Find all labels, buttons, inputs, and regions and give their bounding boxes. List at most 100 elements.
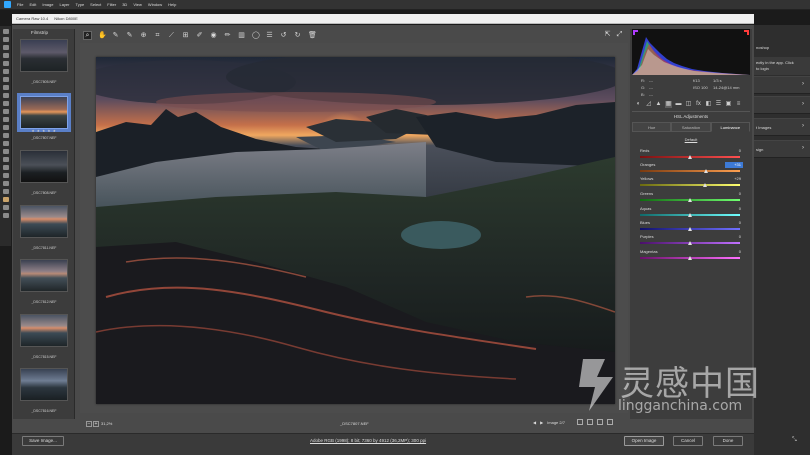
red-eye-icon[interactable]: ◉ bbox=[210, 32, 217, 39]
slider-value-input[interactable]: 0 bbox=[725, 148, 743, 154]
adjustment-brush-icon[interactable]: ✏ bbox=[224, 32, 231, 39]
next-image-icon[interactable]: ▶ bbox=[540, 420, 543, 425]
prev-image-icon[interactable]: ◀ bbox=[533, 420, 536, 425]
filmstrip-thumb[interactable] bbox=[20, 205, 68, 238]
eraser-tool-icon[interactable] bbox=[2, 109, 9, 114]
fullscreen-icon[interactable]: ⤢ bbox=[616, 31, 623, 38]
filmstrip-thumb[interactable] bbox=[20, 314, 68, 347]
tab-luminance[interactable]: Luminance bbox=[710, 122, 750, 132]
done-button[interactable]: Done bbox=[713, 436, 743, 446]
copy-settings-icon[interactable] bbox=[596, 419, 603, 425]
rotate-cw-icon[interactable]: ↻ bbox=[294, 32, 301, 39]
ps-side-login[interactable]: ectly in the app. Click to login bbox=[754, 57, 810, 75]
swap-settings-icon[interactable] bbox=[586, 419, 593, 425]
default-link[interactable]: Default bbox=[632, 137, 750, 142]
trash-icon[interactable]: 🗑 bbox=[308, 32, 317, 39]
slider-handle[interactable] bbox=[688, 256, 692, 260]
slider-value-input[interactable]: 0 bbox=[725, 206, 743, 212]
slider-track[interactable] bbox=[640, 184, 740, 186]
gradient-tool-icon[interactable] bbox=[2, 117, 9, 122]
detail-panel-icon[interactable]: ▲ bbox=[655, 101, 662, 108]
rating-stars[interactable]: ★ ★ ★ ★ ★ bbox=[13, 129, 75, 133]
lasso-tool-icon[interactable] bbox=[2, 45, 9, 50]
slider-handle[interactable] bbox=[688, 241, 692, 245]
crop-tool-icon[interactable] bbox=[2, 61, 9, 66]
stamp-tool-icon[interactable] bbox=[2, 93, 9, 98]
shadow-clip-icon[interactable] bbox=[633, 30, 638, 35]
color-swatches-icon[interactable] bbox=[2, 197, 9, 202]
wand-tool-icon[interactable] bbox=[2, 53, 9, 58]
lens-corrections-icon[interactable]: ◫ bbox=[685, 101, 692, 108]
slider-handle[interactable] bbox=[688, 198, 692, 202]
screen-mode-icon[interactable] bbox=[2, 213, 9, 218]
panel-menu-icon[interactable]: ≡ bbox=[735, 101, 742, 108]
cancel-button[interactable]: Cancel bbox=[673, 436, 703, 446]
type-tool-icon[interactable] bbox=[2, 149, 9, 154]
ps-side-row[interactable]: › bbox=[754, 96, 810, 114]
workflow-options-link[interactable]: Adobe RGB (1998); 8 bit; 7360 by 4912 (3… bbox=[310, 438, 426, 443]
zoom-in-button[interactable]: + bbox=[93, 421, 99, 427]
slider-blues[interactable]: Blues 0 bbox=[638, 220, 743, 234]
slider-handle[interactable] bbox=[702, 183, 707, 187]
tab-saturation[interactable]: Saturation bbox=[671, 122, 711, 132]
photo-preview[interactable] bbox=[96, 57, 615, 404]
effects-panel-icon[interactable]: fx bbox=[695, 101, 702, 108]
targeted-adjust-icon[interactable]: ⊕ bbox=[140, 32, 147, 39]
filmstrip-thumb[interactable] bbox=[20, 150, 68, 183]
heal-tool-icon[interactable] bbox=[2, 77, 9, 82]
calibration-icon[interactable]: ◧ bbox=[705, 101, 712, 108]
menu-type[interactable]: Type bbox=[76, 2, 85, 7]
history-brush-icon[interactable] bbox=[2, 101, 9, 106]
snapshots-icon[interactable]: ▣ bbox=[725, 101, 732, 108]
blur-tool-icon[interactable] bbox=[2, 125, 9, 130]
spot-removal-icon[interactable]: ✐ bbox=[196, 32, 203, 39]
filmstrip-thumb[interactable] bbox=[20, 259, 68, 292]
white-balance-icon[interactable]: ✎ bbox=[112, 32, 119, 39]
move-tool-icon[interactable] bbox=[2, 29, 9, 34]
slider-magentas[interactable]: Magentas 0 bbox=[638, 249, 743, 263]
resize-grip-icon[interactable]: ⤡ bbox=[792, 437, 797, 444]
menu-image[interactable]: Image bbox=[42, 2, 53, 7]
filmstrip-thumb[interactable] bbox=[20, 39, 68, 72]
slider-value-input[interactable]: 0 bbox=[725, 191, 743, 197]
zoom-level[interactable]: 31,2% bbox=[101, 421, 112, 426]
ps-side-row[interactable]: sign › bbox=[754, 140, 810, 158]
slider-reds[interactable]: Reds 0 bbox=[638, 148, 743, 162]
slider-value-input[interactable]: 0 bbox=[725, 249, 743, 255]
transform-icon[interactable]: ⊞ bbox=[182, 32, 189, 39]
brush-tool-icon[interactable] bbox=[2, 85, 9, 90]
tone-curve-icon[interactable]: ◿ bbox=[645, 101, 652, 108]
menu-help[interactable]: Help bbox=[168, 2, 176, 7]
zoom-out-button[interactable]: − bbox=[86, 421, 92, 427]
basic-panel-icon[interactable]: ◐ bbox=[635, 101, 642, 108]
split-toning-icon[interactable]: ▬ bbox=[675, 101, 682, 108]
highlight-clip-icon[interactable] bbox=[744, 30, 749, 35]
slider-aquas[interactable]: Aquas 0 bbox=[638, 206, 743, 220]
menu-select[interactable]: Select bbox=[90, 2, 101, 7]
marquee-tool-icon[interactable] bbox=[2, 37, 9, 42]
rotate-ccw-icon[interactable]: ↺ bbox=[280, 32, 287, 39]
more-tools-icon[interactable] bbox=[2, 189, 9, 194]
preferences-icon[interactable]: ☰ bbox=[266, 32, 273, 39]
zoom-tool-icon[interactable] bbox=[2, 181, 9, 186]
menu-file[interactable]: File bbox=[17, 2, 23, 7]
tab-hue[interactable]: Hue bbox=[632, 122, 672, 132]
slider-handle[interactable] bbox=[703, 169, 708, 173]
slider-track[interactable] bbox=[640, 170, 740, 172]
slider-value-input[interactable]: 0 bbox=[725, 220, 743, 226]
slider-greens[interactable]: Greens 0 bbox=[638, 191, 743, 205]
hand-tool-icon[interactable]: ✋ bbox=[98, 32, 107, 39]
quick-mask-icon[interactable] bbox=[2, 205, 9, 210]
slider-handle[interactable] bbox=[688, 155, 692, 159]
filmstrip-thumb[interactable] bbox=[20, 368, 68, 401]
slider-handle[interactable] bbox=[688, 213, 692, 217]
slider-value-input[interactable]: +29 bbox=[725, 176, 743, 182]
before-after-y-icon[interactable] bbox=[576, 419, 583, 425]
crop-icon[interactable]: ⌗ bbox=[154, 32, 161, 39]
straighten-icon[interactable]: ⟋ bbox=[168, 32, 175, 39]
filmstrip-thumb-selected[interactable] bbox=[20, 96, 68, 129]
save-image-button[interactable]: Save Image... bbox=[22, 436, 64, 446]
slider-purples[interactable]: Purples 0 bbox=[638, 234, 743, 248]
presets-icon[interactable]: ☰ bbox=[715, 101, 722, 108]
slider-handle[interactable] bbox=[688, 227, 692, 231]
